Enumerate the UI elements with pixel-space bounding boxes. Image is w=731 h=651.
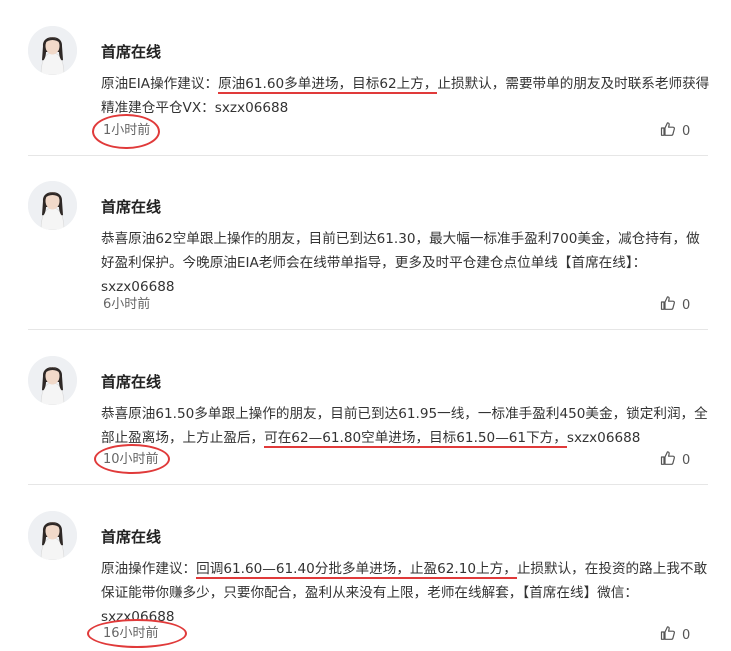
- like-button[interactable]: 0: [660, 295, 690, 317]
- post-text-highlight: 原油61.60多单进场，目标62上方，: [218, 76, 438, 94]
- like-count: 0: [682, 628, 691, 643]
- post-time: 6小时前: [103, 297, 151, 312]
- divider: [28, 155, 708, 156]
- author-name[interactable]: 首席在线: [101, 197, 161, 217]
- post-text: 恭喜原油62空单跟上操作的朋友，目前已到达61.30，最大幅一标准手盈利700美…: [101, 227, 711, 299]
- author-name[interactable]: 首席在线: [101, 42, 161, 62]
- post-text: 原油操作建议：回调61.60—61.40分批多单进场，止盈62.10上方，止损默…: [101, 557, 711, 629]
- thumbs-up-icon: [660, 295, 676, 317]
- post-text: 恭喜原油61.50多单跟上操作的朋友，目前已到达61.95一线，一标准手盈利45…: [101, 402, 711, 450]
- avatar[interactable]: [28, 181, 77, 230]
- avatar[interactable]: [28, 511, 77, 560]
- post-text-highlight: 回调61.60—61.40分批多单进场，止盈62.10上方，: [196, 561, 517, 579]
- post-text-highlight: 可在62—61.80空单进场，目标61.50—61下方，: [264, 430, 567, 448]
- like-count: 0: [682, 124, 691, 139]
- like-button[interactable]: 0: [660, 625, 690, 647]
- time-highlight-circle: [94, 444, 170, 474]
- post-text-part: 原油操作建议：: [101, 561, 197, 577]
- post-text: 原油EIA操作建议：原油61.60多单进场，目标62上方，止损默认，需要带单的朋…: [101, 72, 711, 120]
- like-button[interactable]: 0: [660, 121, 690, 143]
- author-name[interactable]: 首席在线: [101, 372, 161, 392]
- like-button[interactable]: 0: [660, 450, 690, 472]
- thumbs-up-icon: [660, 450, 676, 472]
- like-count: 0: [682, 298, 691, 313]
- post-text-part: 原油EIA操作建议：: [101, 76, 219, 92]
- thumbs-up-icon: [660, 121, 676, 143]
- post-text-part: 恭喜原油62空单跟上操作的朋友，目前已到达61.30，最大幅一标准手盈利700美…: [101, 231, 700, 295]
- avatar[interactable]: [28, 356, 77, 405]
- time-highlight-circle: [87, 619, 187, 648]
- divider: [28, 484, 708, 485]
- author-name[interactable]: 首席在线: [101, 527, 161, 547]
- thumbs-up-icon: [660, 625, 676, 647]
- time-highlight-circle: [92, 114, 160, 149]
- avatar[interactable]: [28, 26, 77, 75]
- post-text-part: sxzx06688: [566, 430, 641, 446]
- like-count: 0: [682, 453, 691, 468]
- divider: [28, 329, 708, 330]
